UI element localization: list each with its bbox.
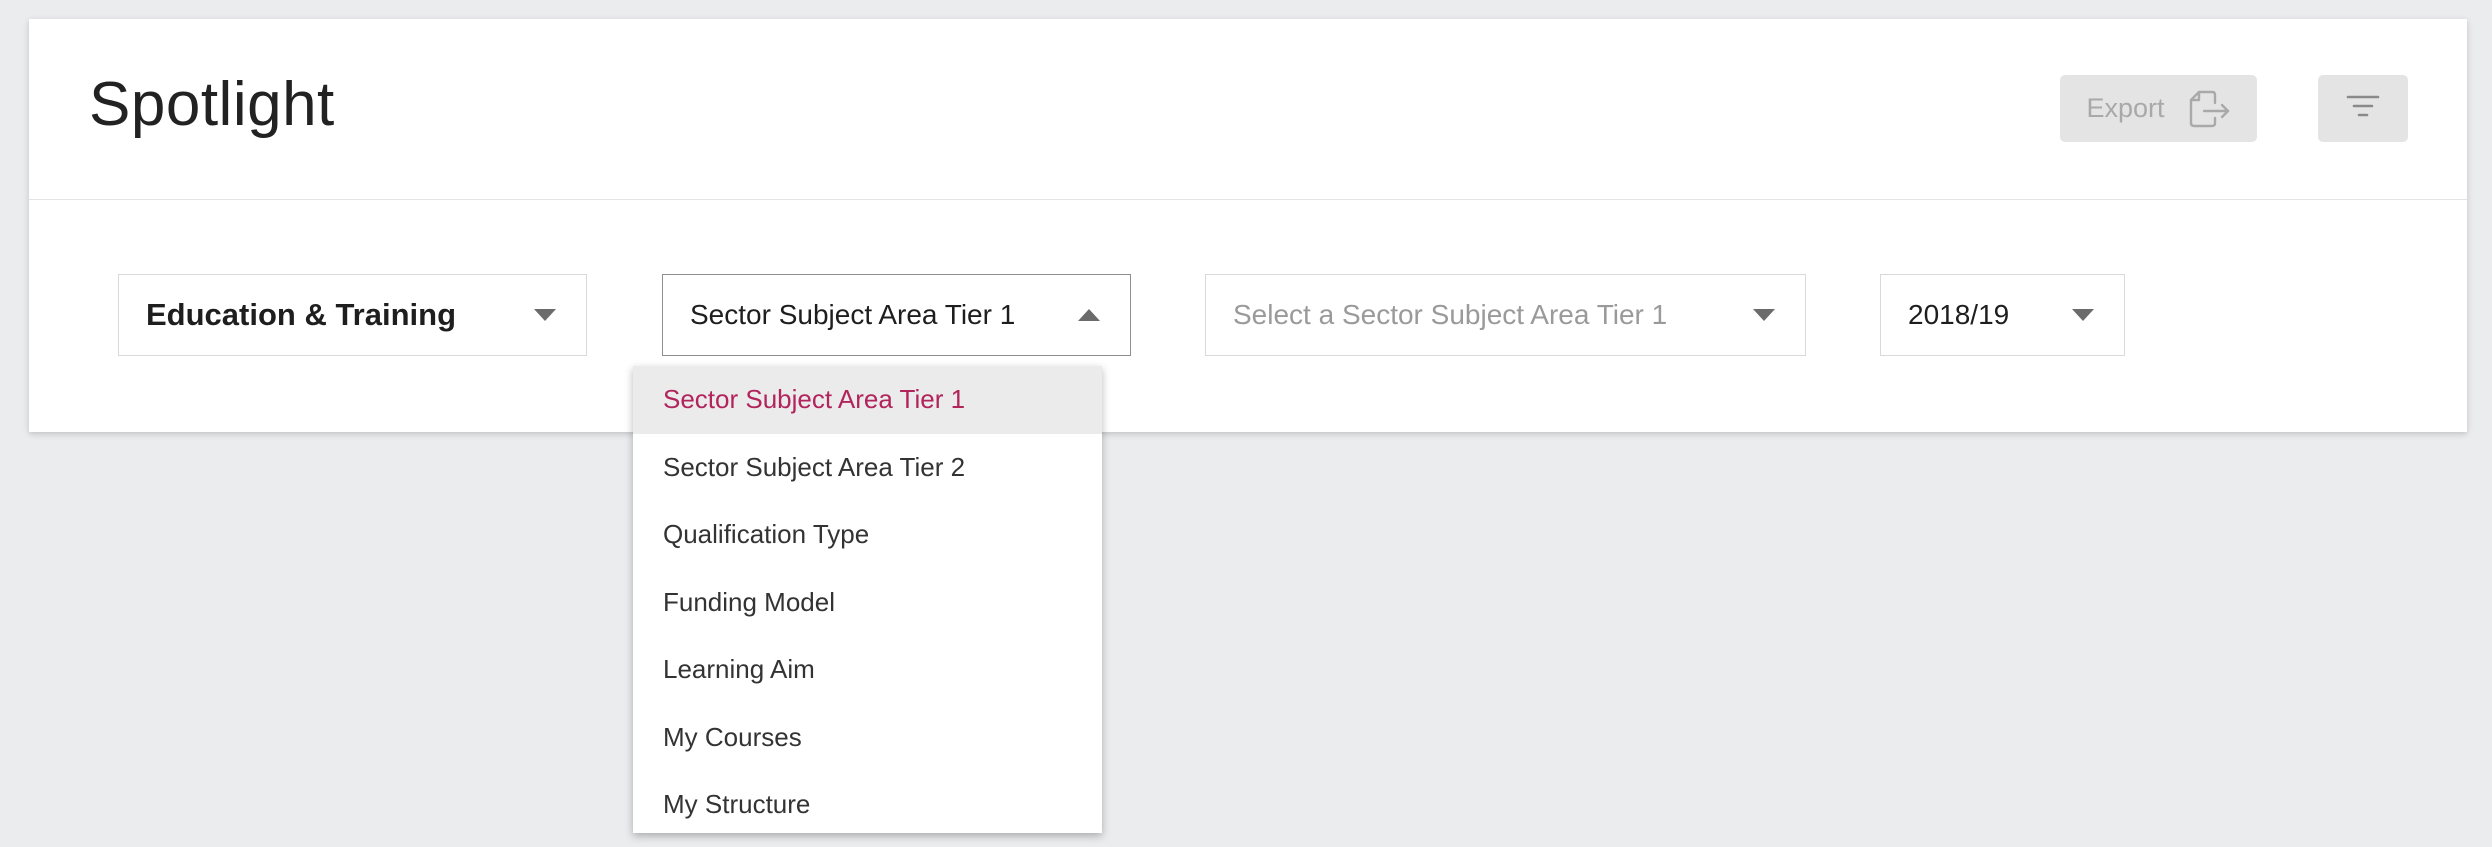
filter-button[interactable] (2318, 75, 2408, 142)
dropdown-option-my-structure[interactable]: My Structure (633, 771, 1102, 839)
chevron-down-icon (2072, 309, 2094, 321)
page-title: Spotlight (89, 70, 335, 139)
area-select-value: Education & Training (146, 297, 457, 332)
export-label: Export (2086, 93, 2165, 123)
chevron-down-icon (1753, 309, 1775, 321)
filter-icon (2346, 94, 2380, 123)
export-icon (2189, 90, 2231, 128)
area-select[interactable]: Education & Training (118, 274, 587, 356)
chevron-down-icon (534, 309, 556, 321)
export-button[interactable]: Export (2060, 75, 2257, 142)
dropdown-option-sector-subject-area-tier-2[interactable]: Sector Subject Area Tier 2 (633, 434, 1102, 502)
chevron-up-icon (1078, 309, 1100, 321)
dropdown-option-sector-subject-area-tier-1[interactable]: Sector Subject Area Tier 1 (633, 366, 1102, 434)
grouping-select-value: Sector Subject Area Tier 1 (690, 299, 1016, 330)
year-select[interactable]: 2018/19 (1880, 274, 2125, 356)
year-select-value: 2018/19 (1908, 299, 2010, 330)
panel-header: Spotlight Export (29, 19, 2467, 200)
dropdown-option-qualification-type[interactable]: Qualification Type (633, 501, 1102, 569)
grouping-select[interactable]: Sector Subject Area Tier 1 (662, 274, 1131, 356)
dropdown-option-my-courses[interactable]: My Courses (633, 704, 1102, 772)
subject-area-select[interactable]: Select a Sector Subject Area Tier 1 (1205, 274, 1806, 356)
spotlight-panel: Spotlight Export Education & Training Se… (29, 19, 2467, 432)
dropdown-option-funding-model[interactable]: Funding Model (633, 569, 1102, 637)
subject-area-placeholder: Select a Sector Subject Area Tier 1 (1233, 299, 1668, 330)
dropdown-option-learning-aim[interactable]: Learning Aim (633, 636, 1102, 704)
grouping-dropdown-menu: Sector Subject Area Tier 1 Sector Subjec… (633, 366, 1102, 833)
